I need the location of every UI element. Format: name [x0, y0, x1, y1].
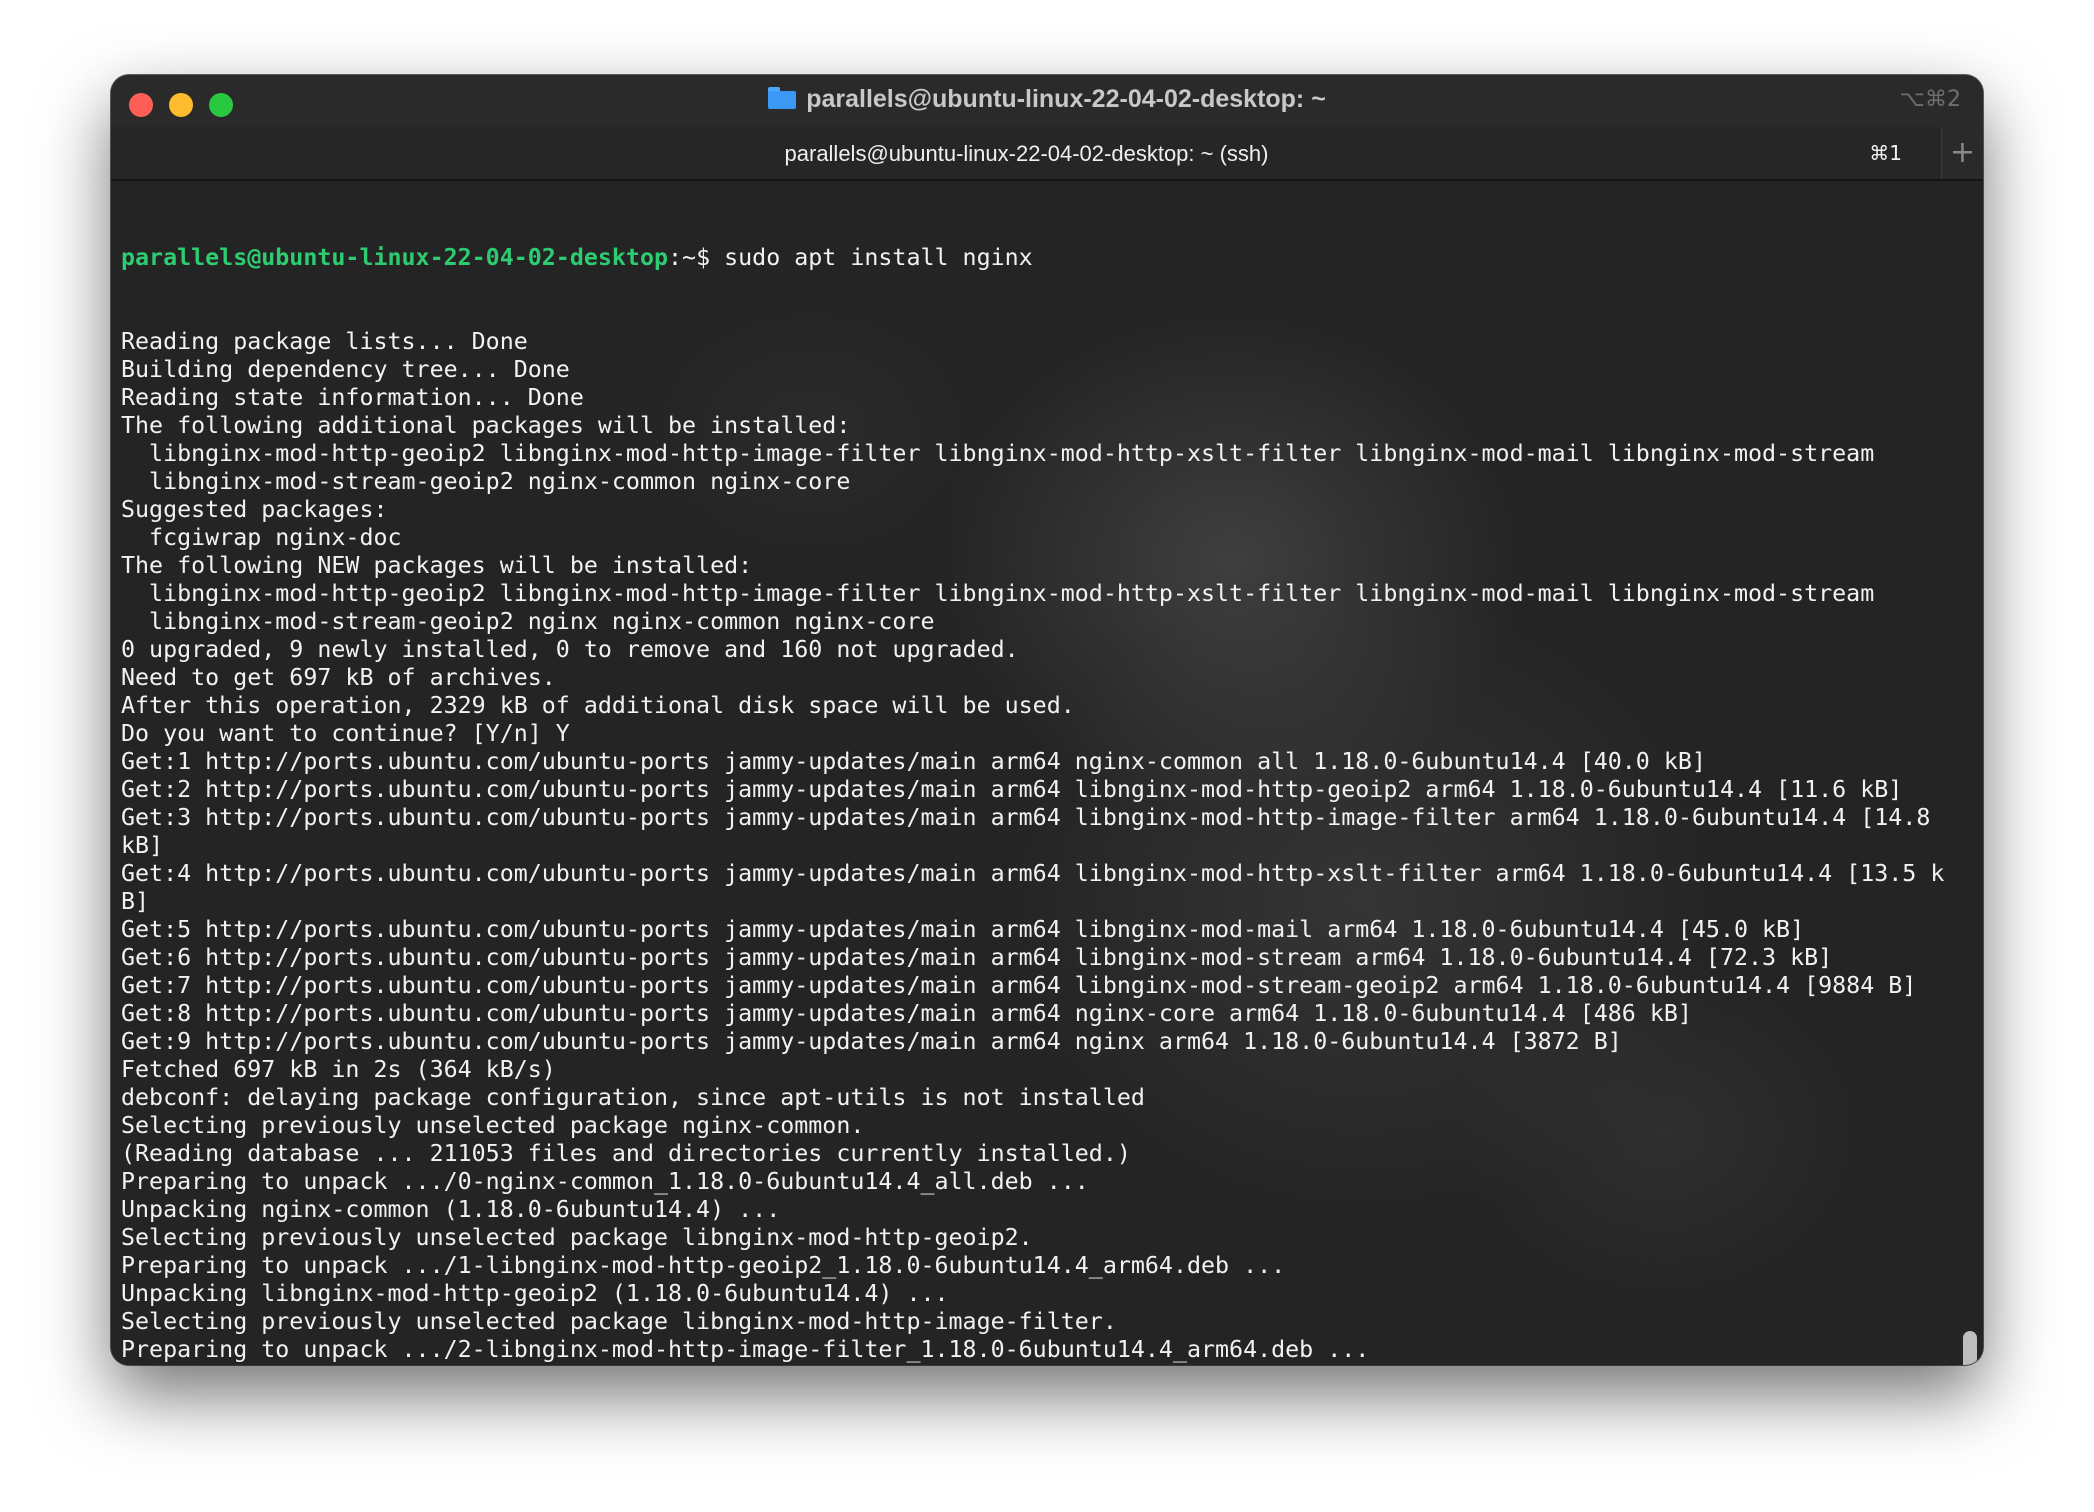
output-line: libnginx-mod-stream-geoip2 nginx-common …: [121, 468, 851, 495]
output-line: Get:9 http://ports.ubuntu.com/ubuntu-por…: [121, 1028, 1622, 1055]
window-title-text: parallels@ubuntu-linux-22-04-02-desktop:…: [806, 85, 1326, 113]
output-line: Selecting previously unselected package …: [121, 1308, 1117, 1335]
output-line: Get:6 http://ports.ubuntu.com/ubuntu-por…: [121, 944, 1833, 971]
output-line: Get:7 http://ports.ubuntu.com/ubuntu-por…: [121, 972, 1917, 999]
output-line: libnginx-mod-stream-geoip2 nginx nginx-c…: [121, 608, 935, 635]
output-line: (Reading database ... 211053 files and d…: [121, 1140, 1131, 1167]
prompt-line: parallels@ubuntu-linux-22-04-02-desktop:…: [121, 244, 1944, 272]
output-line: Preparing to unpack .../2-libnginx-mod-h…: [121, 1336, 1370, 1363]
output-line: Get:5 http://ports.ubuntu.com/ubuntu-por…: [121, 916, 1805, 943]
output-line: kB]: [121, 832, 164, 859]
output-line: Preparing to unpack .../1-libnginx-mod-h…: [121, 1252, 1286, 1279]
tab-title: parallels@ubuntu-linux-22-04-02-desktop:…: [784, 141, 1269, 166]
prompt-path: :~$: [668, 244, 711, 271]
folder-icon: [768, 87, 797, 109]
output-line: Get:3 http://ports.ubuntu.com/ubuntu-por…: [121, 804, 1931, 831]
output-line: Get:8 http://ports.ubuntu.com/ubuntu-por…: [121, 1000, 1692, 1027]
output-line: libnginx-mod-http-geoip2 libnginx-mod-ht…: [121, 440, 1875, 467]
output-line: Get:1 http://ports.ubuntu.com/ubuntu-por…: [121, 748, 1706, 775]
output-line: Selecting previously unselected package …: [121, 1224, 1033, 1251]
output-line: The following NEW packages will be insta…: [121, 552, 753, 579]
output-line: Selecting previously unselected package …: [121, 1112, 865, 1139]
prompt-command: sudo apt install nginx: [710, 244, 1033, 271]
output-line: Unpacking libnginx-mod-http-image-filter…: [121, 1364, 1944, 1365]
tab-ssh[interactable]: parallels@ubuntu-linux-22-04-02-desktop:…: [111, 127, 1942, 179]
tab-shortcut: ⌘1: [1869, 141, 1902, 165]
output-line: Reading state information... Done: [121, 384, 584, 411]
output-line: Do you want to continue? [Y/n] Y: [121, 720, 570, 747]
output-lines: Reading package lists... Done Building de…: [121, 328, 1944, 1365]
tab-bar: parallels@ubuntu-linux-22-04-02-desktop:…: [111, 127, 1983, 181]
output-line: libnginx-mod-http-geoip2 libnginx-mod-ht…: [121, 580, 1875, 607]
output-line: Get:2 http://ports.ubuntu.com/ubuntu-por…: [121, 776, 1903, 803]
output-line: Get:4 http://ports.ubuntu.com/ubuntu-por…: [121, 860, 1945, 887]
output-line: Preparing to unpack .../0-nginx-common_1…: [121, 1168, 1089, 1195]
new-tab-button[interactable]: +: [1941, 127, 1983, 179]
terminal-window: parallels@ubuntu-linux-22-04-02-desktop:…: [111, 75, 1983, 1365]
title-bar[interactable]: parallels@ubuntu-linux-22-04-02-desktop:…: [111, 75, 1983, 127]
terminal-content[interactable]: parallels@ubuntu-linux-22-04-02-desktop:…: [111, 181, 1983, 1365]
output-line: Unpacking libnginx-mod-http-geoip2 (1.18…: [121, 1280, 949, 1307]
output-line: debconf: delaying package configuration,…: [121, 1084, 1145, 1111]
scrollbar-thumb[interactable]: [1963, 1331, 1977, 1365]
output-line: Suggested packages:: [121, 496, 388, 523]
output-line: Reading package lists... Done: [121, 328, 528, 355]
output-line: fcgiwrap nginx-doc: [121, 524, 402, 551]
window-shortcut: ⌥⌘2: [1899, 87, 1961, 112]
prompt-user-host: parallels@ubuntu-linux-22-04-02-desktop: [121, 244, 669, 271]
output-line: Fetched 697 kB in 2s (364 kB/s): [121, 1056, 556, 1083]
window-title: parallels@ubuntu-linux-22-04-02-desktop:…: [111, 85, 1983, 114]
output-line: The following additional packages will b…: [121, 412, 851, 439]
output-line: Unpacking nginx-common (1.18.0-6ubuntu14…: [121, 1196, 781, 1223]
output-line: Need to get 697 kB of archives.: [121, 664, 556, 691]
output-line: B]: [121, 888, 150, 915]
output-line: 0 upgraded, 9 newly installed, 0 to remo…: [121, 636, 1019, 663]
output-line: After this operation, 2329 kB of additio…: [121, 692, 1075, 719]
output-line: Building dependency tree... Done: [121, 356, 570, 383]
terminal-output: parallels@ubuntu-linux-22-04-02-desktop:…: [121, 188, 1944, 1365]
